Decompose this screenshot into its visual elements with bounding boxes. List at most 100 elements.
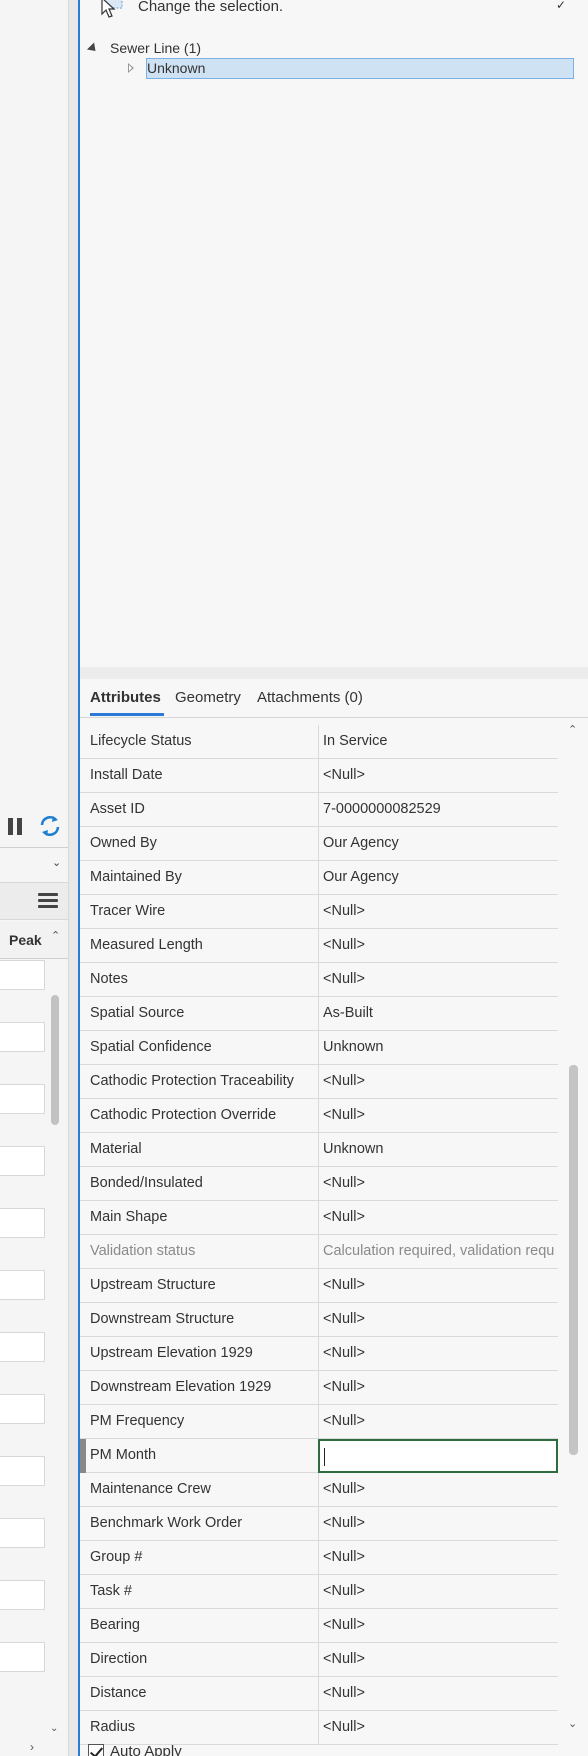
menu-icon[interactable] — [38, 893, 58, 909]
attribute-value-input[interactable] — [318, 1439, 558, 1473]
attribute-row[interactable]: Validation status Calculation required, v… — [80, 1235, 558, 1269]
attribute-value-cell[interactable]: Unknown — [318, 1133, 556, 1167]
attribute-value-cell[interactable]: Our Agency — [318, 861, 556, 895]
table-cell[interactable] — [0, 1394, 45, 1424]
scroll-up-icon[interactable]: ⌃ — [568, 723, 577, 736]
sort-caret-icon[interactable]: ⌃ — [51, 929, 60, 942]
chevron-down-icon[interactable]: ✓ — [556, 0, 566, 12]
attribute-row[interactable]: Measured Length <Null> — [80, 929, 558, 963]
expand-triangle-icon[interactable] — [86, 41, 100, 55]
attribute-value-cell[interactable]: <Null> — [318, 1303, 556, 1337]
attribute-value-cell[interactable]: <Null> — [318, 1065, 556, 1099]
attribute-value-cell[interactable]: <Null> — [318, 1677, 556, 1711]
tree-node-unknown[interactable]: Unknown — [128, 58, 588, 80]
table-cell[interactable] — [0, 1580, 45, 1610]
attribute-row[interactable]: Group # <Null> — [80, 1541, 558, 1575]
table-cell[interactable] — [0, 1084, 45, 1114]
attribute-value-cell[interactable]: <Null> — [318, 1337, 556, 1371]
attribute-value-cell[interactable]: <Null> — [318, 1167, 556, 1201]
chevron-down-icon[interactable]: ⌄ — [52, 856, 61, 869]
attribute-row[interactable]: Spatial Source As-Built — [80, 997, 558, 1031]
collapse-triangle-icon[interactable] — [128, 63, 134, 73]
table-cell[interactable] — [0, 1022, 45, 1052]
attribute-value-cell[interactable]: <Null> — [318, 1269, 556, 1303]
attribute-row[interactable]: Downstream Structure <Null> — [80, 1303, 558, 1337]
attribute-row[interactable]: Upstream Elevation 1929 <Null> — [80, 1337, 558, 1371]
attribute-value-cell[interactable]: Unknown — [318, 1031, 556, 1065]
checkbox-icon[interactable] — [88, 1743, 104, 1756]
attribute-value-cell[interactable]: <Null> — [318, 895, 556, 929]
attribute-row[interactable]: Upstream Structure <Null> — [80, 1269, 558, 1303]
attribute-value-cell[interactable]: <Null> — [318, 1099, 556, 1133]
attribute-value-cell[interactable]: <Null> — [318, 759, 556, 793]
attribute-row[interactable]: Bonded/Insulated <Null> — [80, 1167, 558, 1201]
attribute-row[interactable]: Downstream Elevation 1929 <Null> — [80, 1371, 558, 1405]
attribute-row[interactable]: Distance <Null> — [80, 1677, 558, 1711]
chevron-right-icon[interactable]: › — [30, 1740, 34, 1754]
table-cell[interactable] — [0, 960, 45, 990]
table-cell[interactable] — [0, 1332, 45, 1362]
attribute-row[interactable]: Bearing <Null> — [80, 1609, 558, 1643]
attribute-row[interactable]: Install Date <Null> — [80, 759, 558, 793]
attribute-value-cell[interactable]: <Null> — [318, 1541, 556, 1575]
table-cell[interactable] — [0, 1642, 45, 1672]
scrollbar-thumb[interactable] — [569, 1065, 578, 1455]
attribute-row[interactable]: Spatial Confidence Unknown — [80, 1031, 558, 1065]
attribute-value-cell[interactable]: <Null> — [318, 1405, 556, 1439]
attribute-value-cell: Calculation required, validation requ — [318, 1235, 556, 1269]
attribute-row[interactable]: Main Shape <Null> — [80, 1201, 558, 1235]
scroll-down-icon[interactable]: ⌄ — [50, 1723, 58, 1734]
attribute-value-cell[interactable]: Our Agency — [318, 827, 556, 861]
attribute-row[interactable]: Benchmark Work Order <Null> — [80, 1507, 558, 1541]
attribute-row[interactable]: Radius <Null> — [80, 1711, 558, 1745]
left-scrollbar[interactable]: ⌄ — [48, 960, 62, 1734]
attribute-row[interactable]: Maintenance Crew <Null> — [80, 1473, 558, 1507]
attribute-row[interactable]: PM Month — [80, 1439, 558, 1473]
attribute-value-cell[interactable]: <Null> — [318, 1711, 556, 1745]
pause-icon[interactable] — [6, 815, 26, 837]
scrollbar-thumb[interactable] — [51, 995, 59, 1125]
refresh-icon[interactable] — [38, 814, 62, 838]
attribute-value-cell[interactable]: <Null> — [318, 1609, 556, 1643]
attribute-value-cell[interactable]: <Null> — [318, 963, 556, 997]
tab-attributes[interactable]: Attributes — [90, 689, 161, 706]
attribute-row[interactable]: Asset ID 7-0000000082529 — [80, 793, 558, 827]
attribute-row[interactable]: Maintained By Our Agency — [80, 861, 558, 895]
pane-divider[interactable] — [80, 667, 588, 679]
attribute-value-cell[interactable]: 7-0000000082529 — [318, 793, 556, 827]
attribute-row[interactable]: PM Frequency <Null> — [80, 1405, 558, 1439]
attribute-value-cell[interactable]: <Null> — [318, 1371, 556, 1405]
auto-apply-checkbox[interactable]: Auto Apply — [88, 1743, 182, 1756]
selected-tree-item[interactable]: Unknown — [146, 58, 574, 79]
attribute-row[interactable]: Tracer Wire <Null> — [80, 895, 558, 929]
attribute-row[interactable]: Cathodic Protection Traceability <Null> — [80, 1065, 558, 1099]
attribute-row[interactable]: Task # <Null> — [80, 1575, 558, 1609]
attribute-value-cell[interactable]: As-Built — [318, 997, 556, 1031]
attribute-value-cell[interactable]: <Null> — [318, 929, 556, 963]
scroll-down-icon[interactable]: ⌄ — [568, 1717, 577, 1730]
attribute-row[interactable]: Direction <Null> — [80, 1643, 558, 1677]
tab-attachments[interactable]: Attachments (0) — [257, 689, 363, 706]
attribute-value-cell[interactable]: <Null> — [318, 1507, 556, 1541]
column-header-peak[interactable]: Peak — [9, 932, 42, 948]
attribute-scrollbar[interactable]: ⌃ ⌄ — [560, 723, 588, 1735]
attribute-value-cell[interactable]: <Null> — [318, 1473, 556, 1507]
attribute-row[interactable]: Material Unknown — [80, 1133, 558, 1167]
attribute-value-cell[interactable]: In Service — [318, 725, 556, 759]
attribute-row[interactable]: Lifecycle Status In Service — [80, 725, 558, 759]
attribute-row[interactable]: Cathodic Protection Override <Null> — [80, 1099, 558, 1133]
tab-geometry[interactable]: Geometry — [175, 689, 241, 706]
attribute-value-cell[interactable]: <Null> — [318, 1201, 556, 1235]
table-cell[interactable] — [0, 1208, 45, 1238]
attribute-row[interactable]: Owned By Our Agency — [80, 827, 558, 861]
table-cell[interactable] — [0, 1456, 45, 1486]
table-cell[interactable] — [0, 1518, 45, 1548]
pane-splitter[interactable] — [68, 0, 78, 1756]
attribute-row[interactable]: Notes <Null> — [80, 963, 558, 997]
selection-dropdown[interactable]: Change the selection. ✓ — [80, 0, 588, 22]
table-cell[interactable] — [0, 1270, 45, 1300]
table-cell[interactable] — [0, 1146, 45, 1176]
attribute-value-cell[interactable]: <Null> — [318, 1575, 556, 1609]
attribute-value-cell[interactable]: <Null> — [318, 1643, 556, 1677]
tree-node-sewer-line[interactable]: Sewer Line (1) — [86, 37, 201, 59]
